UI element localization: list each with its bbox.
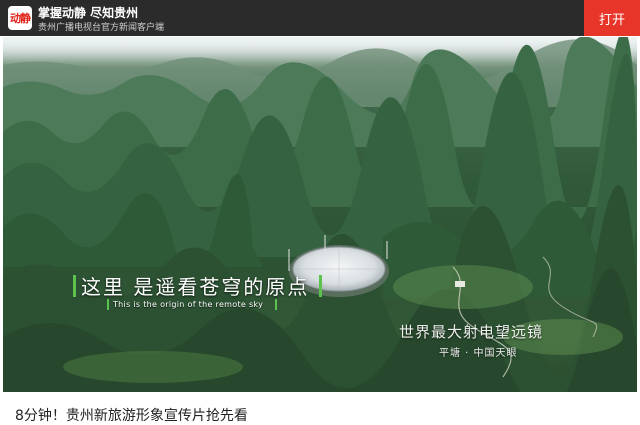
app-banner-title: 掌握动静 尽知贵州 (38, 6, 139, 20)
video-player[interactable]: 这里 是遥看苍穹的原点 This is the origin of the re… (3, 37, 637, 392)
app-banner-subtitle: 贵州广播电视台官方新闻客户端 (38, 23, 165, 33)
video-subtitle-english: This is the origin of the remote sky (113, 300, 264, 309)
video-subtitle-chinese: 这里 是遥看苍穹的原点 (81, 275, 310, 299)
article-title[interactable]: 8分钟！贵州新旅游形象宣传片抢先看 (15, 405, 248, 425)
subtitle-accent-bar-left (73, 275, 76, 297)
subtitle-accent-bar-right (319, 275, 322, 297)
subtitle-en-accent-bar-right (275, 299, 277, 310)
video-caption-main: 世界最大射电望远镜 (399, 323, 544, 341)
subtitle-en-accent-bar-left (107, 299, 109, 310)
app-banner[interactable]: 动静 掌握动静 尽知贵州 贵州广播电视台官方新闻客户端 打开 (0, 0, 640, 36)
video-caption-location: 平塘 · 中国天眼 (439, 348, 518, 359)
open-app-button[interactable]: 打开 (584, 0, 640, 36)
app-logo-icon: 动静 (8, 6, 32, 30)
app-logo-text: 动静 (10, 12, 31, 25)
